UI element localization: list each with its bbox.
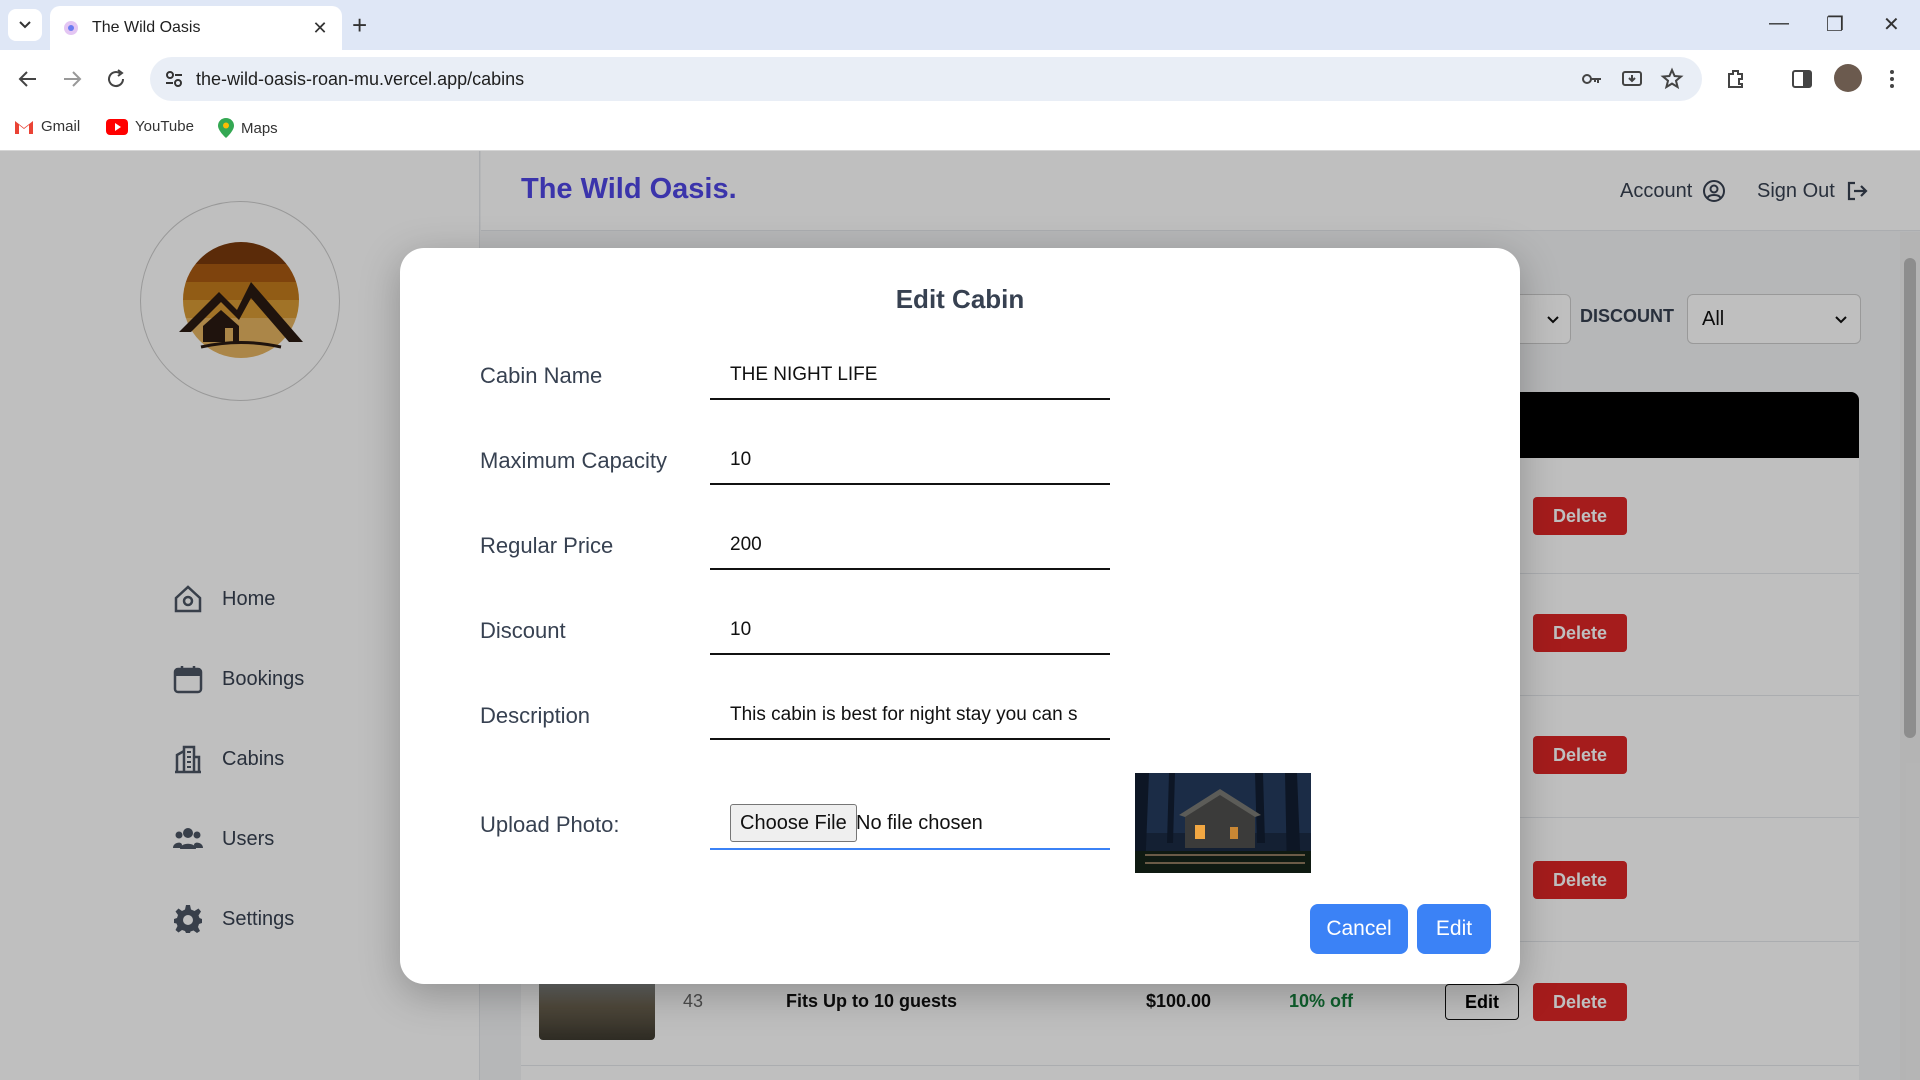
menu-icon[interactable] xyxy=(1880,67,1904,91)
bookmark-label: Gmail xyxy=(41,118,81,135)
side-panel-icon[interactable] xyxy=(1790,67,1814,91)
choose-file-button[interactable]: Choose File xyxy=(730,804,857,842)
maps-icon xyxy=(218,118,234,138)
restore-icon[interactable]: ❐ xyxy=(1826,12,1844,37)
discount-label: Discount xyxy=(480,618,566,643)
back-icon[interactable] xyxy=(16,67,40,91)
cabin-name-input[interactable] xyxy=(710,352,1110,400)
bookmark-maps[interactable]: Maps xyxy=(218,118,278,138)
cancel-button[interactable]: Cancel xyxy=(1310,904,1408,954)
reload-icon[interactable] xyxy=(104,67,128,91)
bookmarks-bar: Gmail YouTube Maps xyxy=(0,108,1920,151)
profile-avatar[interactable] xyxy=(1834,64,1862,92)
install-app-icon[interactable] xyxy=(1620,67,1644,91)
modal-title: Edit Cabin xyxy=(895,284,1025,314)
browser-toolbar: the-wild-oasis-roan-mu.vercel.app/cabins xyxy=(0,50,1920,108)
cabin-name-label: Cabin Name xyxy=(480,363,603,388)
regular-price-label: Regular Price xyxy=(480,533,614,558)
cabin-photo-preview xyxy=(1135,773,1311,873)
discount-input[interactable] xyxy=(710,607,1110,655)
description-label: Description xyxy=(480,703,591,728)
edit-cabin-modal: Edit Cabin Cabin Name Maximum Capacity R… xyxy=(400,248,1520,984)
regular-price-input[interactable] xyxy=(710,522,1110,570)
file-status: No file chosen xyxy=(856,812,983,834)
description-input[interactable] xyxy=(710,692,1110,740)
youtube-icon xyxy=(106,118,128,135)
url-text: the-wild-oasis-roan-mu.vercel.app/cabins xyxy=(196,69,525,89)
tab-search-button[interactable] xyxy=(8,9,42,41)
star-icon[interactable] xyxy=(1660,67,1684,91)
window-close-icon[interactable]: ✕ xyxy=(1883,12,1900,37)
minimize-icon[interactable]: — xyxy=(1769,12,1789,35)
app-root: Home Bookings Cabins Users Settings The … xyxy=(0,151,1920,1080)
photo-file-input[interactable]: Choose File No file chosen xyxy=(710,798,1110,850)
bookmark-youtube[interactable]: YouTube xyxy=(106,118,194,135)
gmail-icon xyxy=(15,120,33,134)
tab-title: The Wild Oasis xyxy=(92,19,201,36)
upload-photo-label: Upload Photo: xyxy=(480,812,620,837)
address-bar[interactable]: the-wild-oasis-roan-mu.vercel.app/cabins xyxy=(150,57,1702,101)
max-capacity-input[interactable] xyxy=(710,437,1110,485)
browser-tab[interactable]: The Wild Oasis ✕ xyxy=(50,6,342,50)
bookmark-label: Maps xyxy=(241,119,278,137)
cabin-photo-image xyxy=(1135,773,1311,873)
bookmark-gmail[interactable]: Gmail xyxy=(14,118,80,135)
forward-icon[interactable] xyxy=(60,67,84,91)
max-capacity-label: Maximum Capacity xyxy=(480,448,668,473)
favicon-icon xyxy=(64,21,78,35)
close-tab-icon[interactable]: ✕ xyxy=(310,18,330,39)
new-tab-button[interactable]: + xyxy=(352,12,367,38)
browser-tabstrip: The Wild Oasis ✕ + — ❐ ✕ xyxy=(0,0,1920,50)
bookmark-label: YouTube xyxy=(135,118,194,135)
chevron-down-icon xyxy=(19,21,31,29)
key-icon[interactable] xyxy=(1580,67,1604,91)
edit-submit-button[interactable]: Edit xyxy=(1417,904,1491,954)
extensions-icon[interactable] xyxy=(1724,67,1748,91)
site-info-icon[interactable] xyxy=(164,69,184,89)
